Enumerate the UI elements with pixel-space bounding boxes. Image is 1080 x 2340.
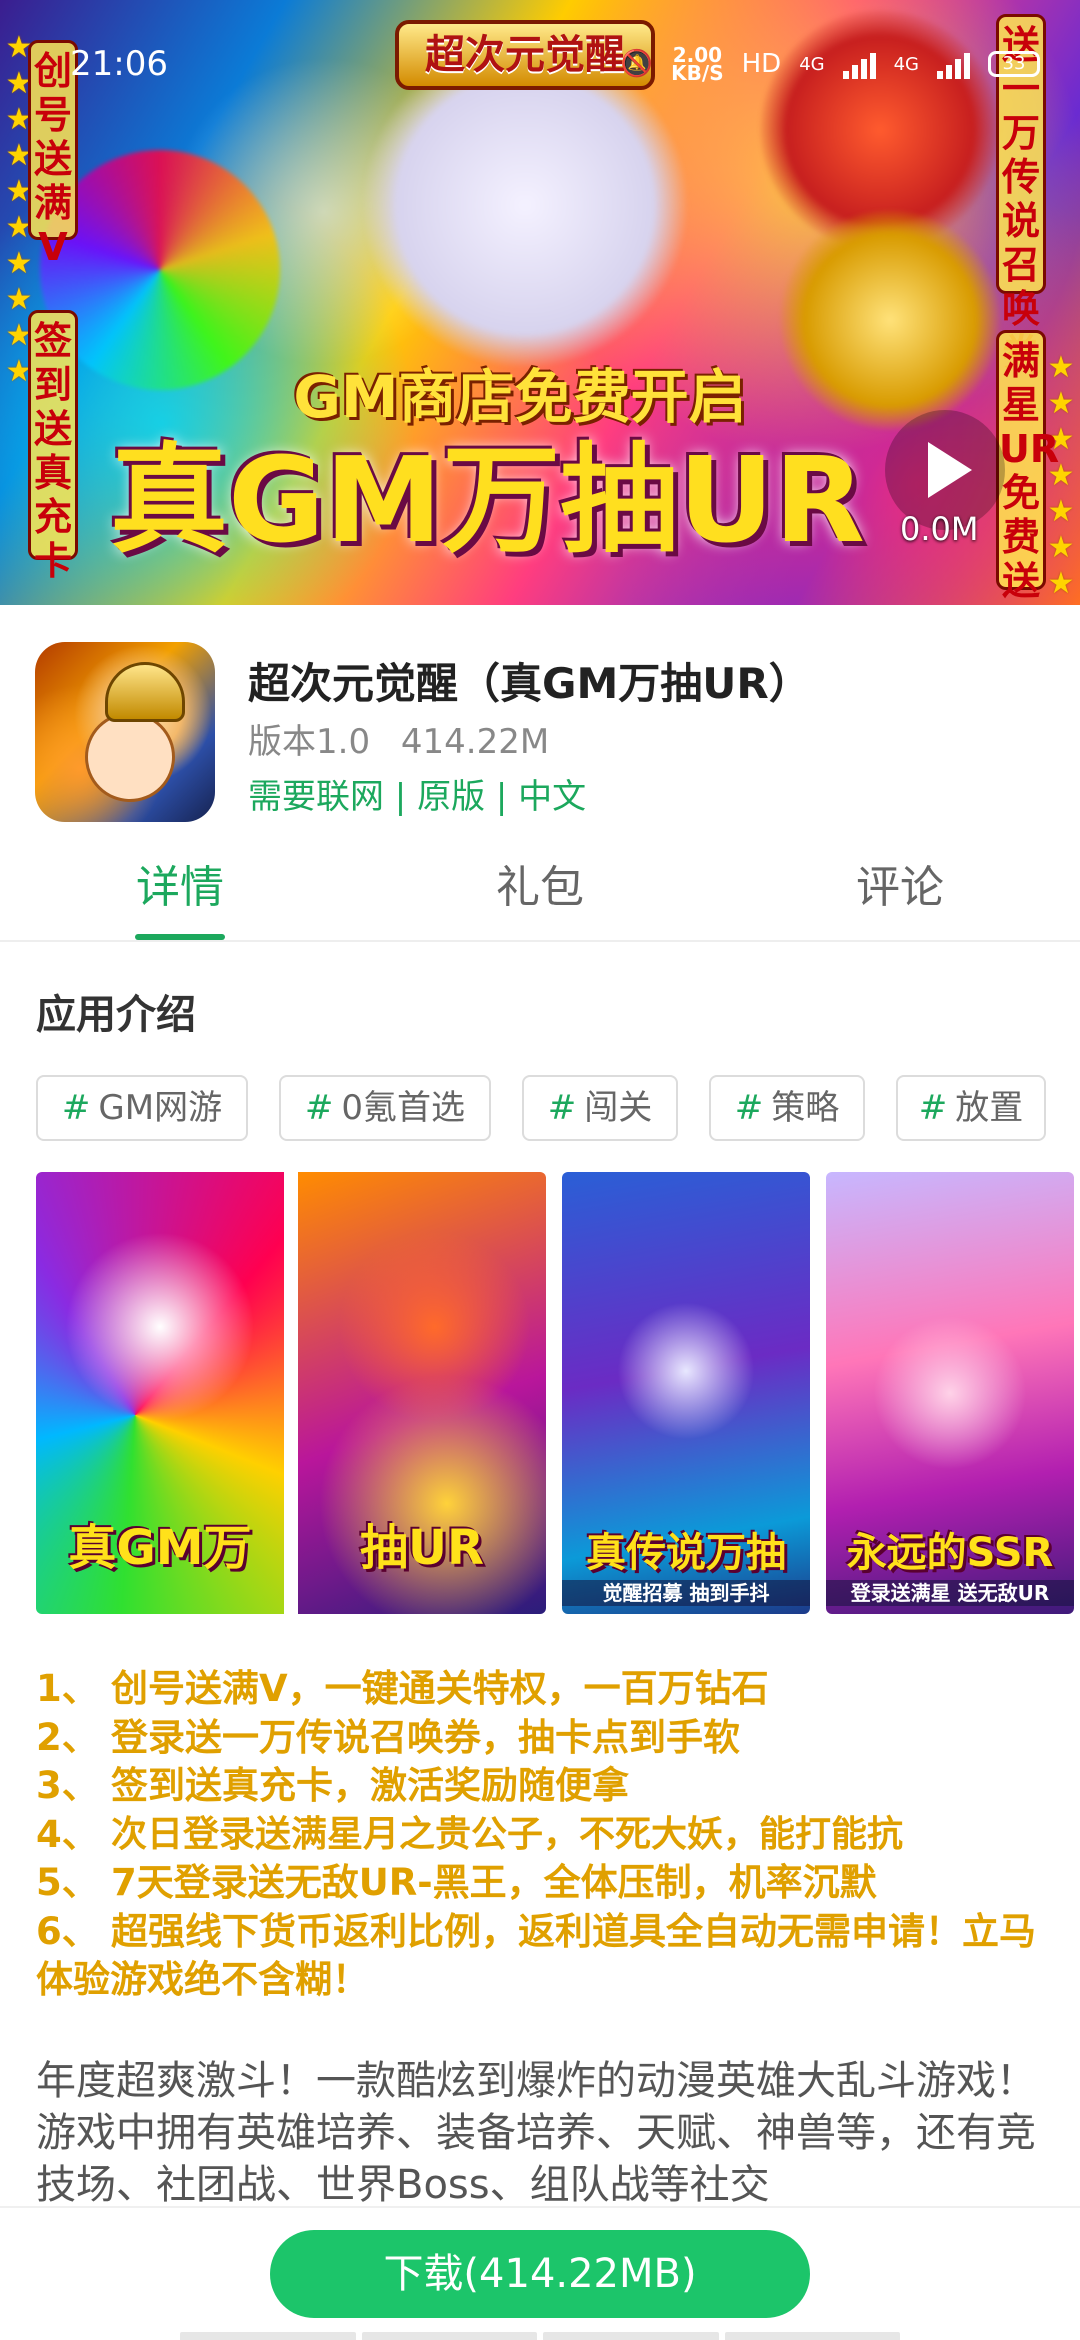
star-column-right: ★ ★ ★ ★ ★ ★ ★ — [1047, 350, 1075, 601]
feature-item: 5、 7天登录送无敌UR-黑王，全体压制，机率沉默 — [36, 1859, 1056, 1908]
hash-icon: # — [918, 1088, 948, 1128]
hash-icon: # — [547, 1088, 577, 1128]
signal-icon-2 — [937, 49, 970, 79]
feature-text: 超强线下货币返利比例，返利道具全自动无需申请！立马体验游戏绝不含糊！ — [36, 1909, 1036, 2002]
app-meta: 版本1.0 414.22M — [248, 720, 549, 764]
screenshot-caption: 抽UR — [360, 1520, 484, 1576]
hash-icon: # — [734, 1088, 764, 1128]
tag-chip[interactable]: #0氪首选 — [279, 1075, 491, 1141]
feature-list: 1、 创号送满V，一键通关特权，一百万钻石 2、 登录送一万传说召唤券，抽卡点到手软… — [36, 1665, 1056, 2005]
app-requirements: 需要联网 | 原版 | 中文 — [248, 777, 587, 817]
hd-icon: HD — [741, 49, 782, 79]
tag-list: # GM网游 #0氪首选 # 闯关 # 策略 # 放置 — [36, 1075, 1046, 1141]
screenshot-subcaption: 登录送满星 送无敌UR — [826, 1580, 1074, 1606]
video-size-label: 0.0M — [900, 510, 979, 548]
screenshot-subcaption: 觉醒招募 抽到手抖 — [562, 1580, 810, 1606]
feature-text: 次日登录送满星月之贵公子，不死大妖，能打能抗 — [111, 1813, 904, 1855]
tag-label: 0氪首选 — [341, 1088, 466, 1128]
video-banner[interactable]: ★ ★ ★ ★ ★ ★ ★ ★ ★ ★ ★ ★ ★ ★ ★ ★ ★ 超次元觉醒 创号送满V 签到送真充卡 送一… — [0, 0, 1080, 605]
app-icon-character — [85, 712, 175, 802]
screenshot-caption: 真传说万抽 — [586, 1530, 786, 1576]
bottom-action-bar: 下载(414.22MB) — [0, 2206, 1080, 2340]
tab-gifts[interactable]: 礼包 — [450, 858, 630, 918]
tab-comments[interactable]: 评论 — [810, 858, 990, 918]
feature-number: 5、 — [36, 1861, 99, 1904]
screenshot-thumbnail[interactable]: 真GM万 — [36, 1172, 284, 1614]
tag-label: GM网游 — [98, 1088, 223, 1128]
app-version: 版本1.0 — [248, 722, 371, 762]
tag-chip[interactable]: # 策略 — [709, 1075, 865, 1141]
network-type-2: 4G — [893, 53, 919, 75]
feature-text: 创号送满V，一键通关特权，一百万钻石 — [111, 1667, 769, 1710]
screenshot-caption: 真GM万 — [68, 1520, 252, 1576]
mute-icon: 🔕 — [620, 49, 654, 79]
screenshot-caption: 永远的SSR — [846, 1530, 1054, 1576]
feature-number: 4、 — [36, 1812, 99, 1856]
feature-item: 3、 签到送真充卡，激活奖励随便拿 — [36, 1762, 1056, 1811]
detail-tabs: 详情 礼包 评论 — [0, 840, 1080, 942]
app-icon — [35, 642, 215, 822]
tag-label: 闯关 — [584, 1088, 653, 1128]
feature-text: 签到送真充卡，激活奖励随便拿 — [111, 1764, 629, 1807]
feature-number: 2、 — [36, 1715, 99, 1759]
battery-icon: 33 — [988, 51, 1040, 77]
signal-icon-1 — [842, 49, 876, 79]
screenshot-gallery[interactable]: 真GM万 抽UR 真传说万抽 觉醒招募 抽到手抖 永远的SSR 登录送满星 送无… — [36, 1172, 1076, 1614]
feature-item: 1、 创号送满V，一键通关特权，一百万钻石 — [36, 1665, 1056, 1714]
section-title-intro: 应用介绍 — [36, 992, 196, 1038]
app-title: 超次元觉醒（真GM万抽UR） — [248, 659, 811, 708]
hash-icon: # — [304, 1088, 334, 1128]
banner-headline-main: 真GM万抽UR — [110, 431, 865, 569]
app-icon-helmet — [105, 662, 185, 722]
status-icons: 🔕 2.00 KB/S HD 4G 4G 33 — [621, 44, 1040, 84]
feature-number: 6、 — [36, 1909, 99, 1953]
feature-text: 登录送一万传说召唤券，抽卡点到手软 — [111, 1715, 740, 1759]
feature-item: 2、 登录送一万传说召唤券，抽卡点到手软 — [36, 1714, 1056, 1763]
app-size: 414.22M — [400, 722, 550, 762]
feature-item: 6、 超强线下货币返利比例，返利道具全自动无需申请！立马体验游戏绝不含糊！ — [36, 1908, 1056, 2005]
active-tab-indicator — [135, 934, 225, 940]
status-bar: 21:06 🔕 2.00 KB/S HD 4G 4G 33 — [0, 0, 1080, 84]
net-speed-unit: KB/S — [671, 61, 724, 85]
feature-text: 7天登录送无敌UR-黑王，全体压制，机率沉默 — [111, 1861, 877, 1904]
feature-item: 4、 次日登录送满星月之贵公子，不死大妖，能打能抗 — [36, 1811, 1056, 1860]
nav-bar-indicator — [180, 2332, 900, 2340]
tag-label: 放置 — [955, 1088, 1024, 1128]
app-description: 年度超爽激斗！一款酷炫到爆炸的动漫英雄大乱斗游戏！游戏中拥有英雄培养、装备培养、… — [36, 2058, 1036, 2205]
hash-icon: # — [61, 1088, 91, 1128]
feature-number: 3、 — [36, 1764, 99, 1807]
tag-chip[interactable]: # 放置 — [896, 1075, 1046, 1141]
screenshot-thumbnail[interactable]: 抽UR — [298, 1172, 546, 1614]
net-speed: 2.00 KB/S — [671, 45, 724, 85]
status-time: 21:06 — [70, 44, 168, 84]
tag-label: 策略 — [771, 1088, 840, 1128]
feature-number: 1、 — [36, 1667, 99, 1710]
tab-details[interactable]: 详情 — [90, 858, 270, 918]
tag-chip[interactable]: # GM网游 — [36, 1075, 248, 1141]
download-button[interactable]: 下载(414.22MB) — [270, 2230, 810, 2318]
play-icon — [928, 442, 972, 498]
screenshot-thumbnail[interactable]: 真传说万抽 觉醒招募 抽到手抖 — [562, 1172, 810, 1614]
banner-character-right-bottom — [780, 210, 1000, 430]
banner-slogan-left-bottom: 签到送真充卡 — [28, 310, 78, 583]
screenshot-thumbnail[interactable]: 永远的SSR 登录送满星 送无敌UR — [826, 1172, 1074, 1614]
banner-headline-sub: GM商店免费开启 — [293, 363, 747, 431]
network-type-1: 4G — [799, 53, 825, 75]
tag-chip[interactable]: # 闯关 — [522, 1075, 678, 1141]
